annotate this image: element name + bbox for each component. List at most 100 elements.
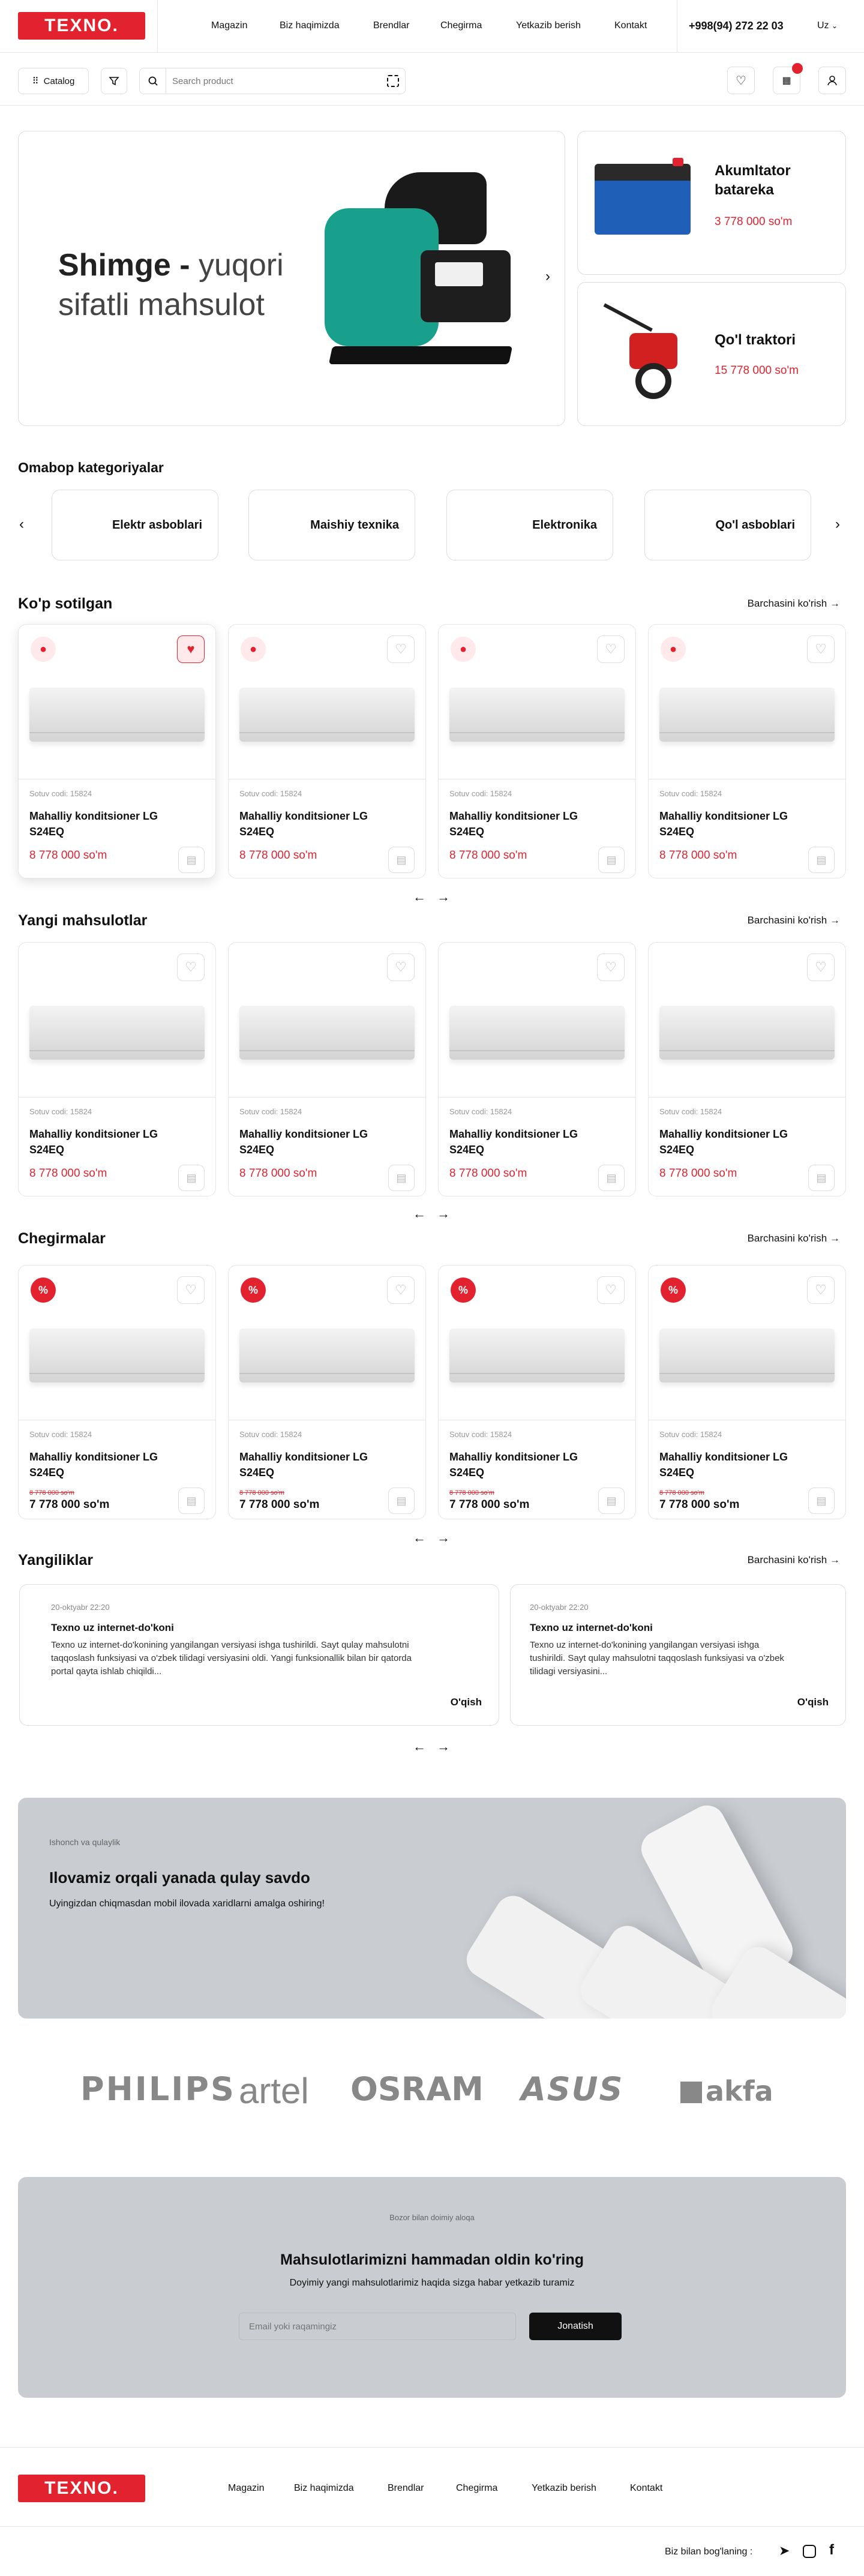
discount-badge: % — [661, 1277, 686, 1303]
news-read-more[interactable]: O'qish — [451, 1696, 482, 1708]
favorite-button[interactable]: ♡ — [387, 635, 415, 663]
hero-next-arrow[interactable]: › — [545, 268, 550, 285]
product-card[interactable]: ● ♡ Sotuv codi: 15824 Mahalliy konditsio… — [438, 624, 636, 878]
side-card-battery[interactable]: Akumltator batareka 3 778 000 so'm — [577, 131, 846, 275]
facebook-icon[interactable]: f — [829, 2542, 834, 2559]
footer-nav-chegirma[interactable]: Chegirma — [456, 2483, 497, 2494]
see-all-discounts[interactable]: Barchasini ko'rish → — [748, 1232, 840, 1244]
nav-chegirma[interactable]: Chegirma — [440, 20, 482, 31]
add-to-cart-button[interactable]: ▤ — [178, 847, 205, 873]
scan-icon[interactable] — [387, 75, 399, 87]
language-select[interactable]: Uz ⌄ — [817, 20, 838, 31]
add-to-cart-button[interactable]: ▤ — [598, 847, 625, 873]
favorite-button[interactable]: ♡ — [807, 1276, 835, 1304]
add-to-cart-button[interactable]: ▤ — [598, 1165, 625, 1191]
product-card[interactable]: ♡ Sotuv codi: 15824 Mahalliy konditsione… — [18, 942, 216, 1196]
categories-next-arrow[interactable]: › — [835, 516, 840, 533]
see-all-bestsellers[interactable]: Barchasini ko'rish → — [748, 598, 840, 610]
add-to-cart-button[interactable]: ▤ — [808, 1165, 835, 1191]
heart-icon: ♡ — [815, 959, 827, 974]
phone-number[interactable]: +998(94) 272 22 03 — [689, 20, 784, 32]
footer-nav-biz-haqimizda[interactable]: Biz haqimizda — [294, 2483, 354, 2494]
news-card[interactable]: 20-oktyabr 22:20 Texno uz internet-do'ko… — [510, 1584, 846, 1726]
telegram-icon[interactable]: ➤ — [779, 2543, 790, 2559]
favorite-button[interactable]: ♡ — [387, 953, 415, 981]
product-card[interactable]: ♡ Sotuv codi: 15824 Mahalliy konditsione… — [648, 942, 846, 1196]
category-card[interactable]: Elektronika — [446, 490, 613, 560]
filter-button[interactable] — [101, 68, 127, 94]
favorite-button[interactable]: ♡ — [807, 635, 835, 663]
product-price: 7 778 000 so'm — [449, 1498, 530, 1511]
product-card[interactable]: % ♡ Sotuv codi: 15824 Mahalliy konditsio… — [648, 1265, 846, 1519]
nav-biz-haqimizda[interactable]: Biz haqimizda — [280, 20, 340, 31]
footer-nav-brendlar[interactable]: Brendlar — [388, 2483, 424, 2494]
add-to-cart-button[interactable]: ▤ — [388, 847, 415, 873]
news-read-more[interactable]: O'qish — [797, 1696, 829, 1708]
product-card[interactable]: ● ♡ Sotuv codi: 15824 Mahalliy konditsio… — [228, 624, 426, 878]
nav-brendlar[interactable]: Brendlar — [373, 20, 409, 31]
favorite-button[interactable]: ♡ — [597, 1276, 625, 1304]
newsletter-submit-button[interactable]: Jonatish — [529, 2313, 622, 2340]
favorite-button[interactable]: ♥ — [177, 635, 205, 663]
brand-logo-asus[interactable]: ASUS — [521, 2070, 623, 2108]
see-all-news[interactable]: Barchasini ko'rish → — [748, 1554, 840, 1566]
product-name: Mahalliy konditsioner LG S24EQ — [659, 1451, 788, 1479]
product-card[interactable]: ● ♥ Sotuv codi: 15824 Mahalliy konditsio… — [18, 624, 216, 878]
footer-logo[interactable]: TEXNO. — [18, 2475, 145, 2502]
category-card[interactable]: Maishiy texnika — [248, 490, 415, 560]
hero-banner[interactable]: Shimge - yuqori sifatli mahsulot › — [18, 131, 565, 426]
akfa-mark-icon — [680, 2082, 702, 2103]
footer-nav-kontakt[interactable]: Kontakt — [630, 2483, 662, 2494]
favorite-button[interactable]: ♡ — [597, 953, 625, 981]
category-card[interactable]: Qo'l asboblari — [644, 490, 811, 560]
carousel-arrows[interactable]: ←→ — [413, 1530, 461, 1546]
logo[interactable]: TEXNO. — [18, 12, 145, 40]
side-card-tractor[interactable]: Qo'l traktori 15 778 000 so'm — [577, 282, 846, 426]
brand-logo-akfa[interactable]: akfa — [680, 2075, 773, 2107]
category-card[interactable]: Elektr asboblari — [52, 490, 218, 560]
carousel-arrows[interactable]: ←→ — [413, 1206, 461, 1222]
add-to-cart-button[interactable]: ▤ — [178, 1488, 205, 1514]
instagram-icon[interactable] — [803, 2545, 816, 2558]
cart-button[interactable]: ▦ — [773, 63, 803, 94]
add-to-cart-button[interactable]: ▤ — [178, 1165, 205, 1191]
brand-logo-philips[interactable]: PHILIPS — [80, 2070, 236, 2108]
add-to-cart-button[interactable]: ▤ — [808, 1488, 835, 1514]
nav-magazin[interactable]: Magazin — [211, 20, 247, 31]
favorite-button[interactable]: ♡ — [597, 635, 625, 663]
app-banner: Ishonch va qulaylik Ilovamiz orqali yana… — [18, 1798, 846, 2019]
add-to-cart-button[interactable]: ▤ — [808, 847, 835, 873]
categories-prev-arrow[interactable]: ‹ — [19, 516, 24, 533]
news-date: 20-oktyabr 22:20 — [51, 1603, 110, 1612]
favorites-button[interactable]: ♡ — [727, 67, 755, 94]
product-card[interactable]: ● ♡ Sotuv codi: 15824 Mahalliy konditsio… — [648, 624, 846, 878]
product-card[interactable]: ♡ Sotuv codi: 15824 Mahalliy konditsione… — [438, 942, 636, 1196]
footer-nav-yetkazib-berish[interactable]: Yetkazib berish — [532, 2483, 596, 2494]
favorite-button[interactable]: ♡ — [177, 953, 205, 981]
favorite-button[interactable]: ♡ — [807, 953, 835, 981]
brand-logo-artel[interactable]: artel — [239, 2070, 309, 2112]
carousel-arrows[interactable]: ←→ — [413, 889, 461, 905]
product-card[interactable]: % ♡ Sotuv codi: 15824 Mahalliy konditsio… — [438, 1265, 636, 1519]
nav-kontakt[interactable]: Kontakt — [614, 20, 647, 31]
product-card[interactable]: % ♡ Sotuv codi: 15824 Mahalliy konditsio… — [18, 1265, 216, 1519]
footer-nav-magazin[interactable]: Magazin — [228, 2483, 264, 2494]
carousel-arrows[interactable]: ←→ — [413, 1739, 461, 1755]
search-input[interactable] — [172, 73, 370, 89]
add-to-cart-button[interactable]: ▤ — [598, 1488, 625, 1514]
product-price: 8 778 000 so'm — [29, 1167, 107, 1180]
favorite-button[interactable]: ♡ — [177, 1276, 205, 1304]
brand-logo-osram[interactable]: OSRAM — [350, 2070, 484, 2108]
profile-button[interactable] — [818, 67, 846, 94]
see-all-new-products[interactable]: Barchasini ko'rish → — [748, 914, 840, 926]
product-card[interactable]: ♡ Sotuv codi: 15824 Mahalliy konditsione… — [228, 942, 426, 1196]
search-icon[interactable] — [140, 68, 166, 93]
catalog-button[interactable]: ⠿ Catalog — [18, 68, 89, 94]
add-to-cart-button[interactable]: ▤ — [388, 1488, 415, 1514]
newsletter-email-input[interactable] — [239, 2313, 516, 2340]
favorite-button[interactable]: ♡ — [387, 1276, 415, 1304]
add-to-cart-button[interactable]: ▤ — [388, 1165, 415, 1191]
nav-yetkazib-berish[interactable]: Yetkazib berish — [516, 20, 581, 31]
product-card[interactable]: % ♡ Sotuv codi: 15824 Mahalliy konditsio… — [228, 1265, 426, 1519]
news-card[interactable]: 20-oktyabr 22:20 Texno uz internet-do'ko… — [19, 1584, 499, 1726]
